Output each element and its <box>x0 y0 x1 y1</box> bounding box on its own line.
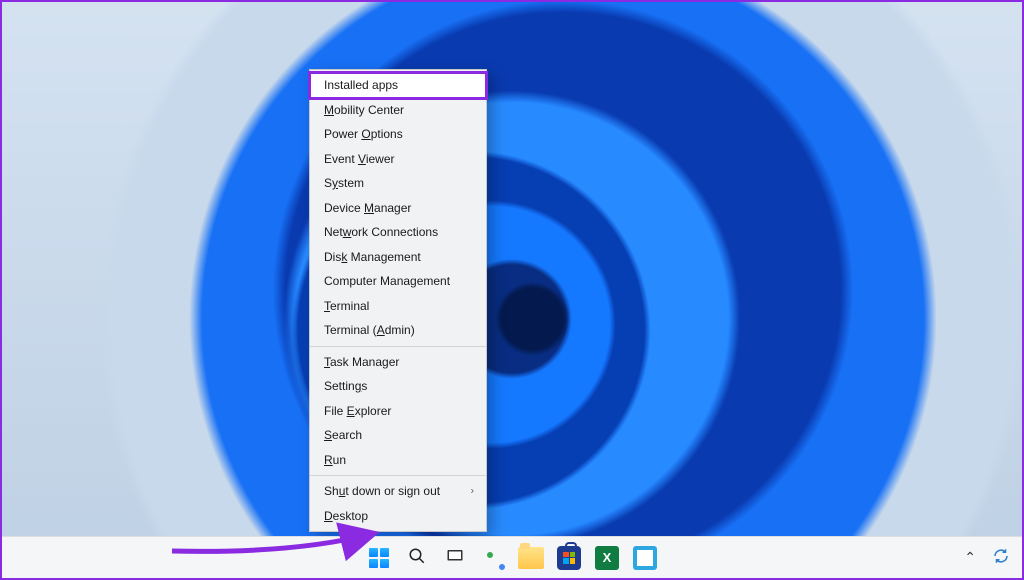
store-icon <box>557 546 581 570</box>
menu-item-label: Desktop <box>324 509 368 523</box>
tray-chevron-icon[interactable]: ⌃ <box>964 549 976 566</box>
excel-app[interactable]: X <box>591 542 623 574</box>
menu-item-desktop[interactable]: Desktop <box>310 504 486 529</box>
menu-item-installed-apps[interactable]: Installed apps <box>310 73 486 98</box>
windows-logo-icon <box>369 548 389 568</box>
menu-item-task-manager[interactable]: Task Manager <box>310 350 486 375</box>
menu-item-network-connections[interactable]: Network Connections <box>310 220 486 245</box>
menu-item-label: Settings <box>324 379 367 393</box>
menu-item-search[interactable]: Search <box>310 423 486 448</box>
folder-icon <box>518 547 544 569</box>
menu-item-device-manager[interactable]: Device Manager <box>310 196 486 221</box>
menu-item-label: Run <box>324 453 346 467</box>
menu-item-settings[interactable]: Settings <box>310 374 486 399</box>
menu-item-label: Installed apps <box>324 78 398 92</box>
menu-item-label: Search <box>324 428 362 442</box>
menu-item-label: Disk Management <box>324 250 421 264</box>
taskbar: X ⌃ <box>2 536 1022 578</box>
desktop-wallpaper <box>2 2 1022 578</box>
menu-item-label: File Explorer <box>324 404 391 418</box>
menu-item-power-options[interactable]: Power Options <box>310 122 486 147</box>
search-icon <box>408 547 426 568</box>
menu-item-terminal-admin[interactable]: Terminal (Admin) <box>310 318 486 343</box>
menu-item-terminal[interactable]: Terminal <box>310 294 486 319</box>
menu-item-event-viewer[interactable]: Event Viewer <box>310 147 486 172</box>
menu-item-label: Terminal <box>324 299 369 313</box>
menu-item-label: Event Viewer <box>324 152 395 166</box>
start-context-menu: Installed apps Mobility Center Power Optio… <box>309 69 487 532</box>
menu-item-disk-management[interactable]: Disk Management <box>310 245 486 270</box>
menu-item-label: Task Manager <box>324 355 399 369</box>
task-view-icon <box>446 547 464 568</box>
menu-item-label: Terminal (Admin) <box>324 323 415 337</box>
menu-item-shutdown[interactable]: Shut down or sign out › <box>310 479 486 504</box>
menu-item-label: Device Manager <box>324 201 411 215</box>
menu-item-label: Computer Management <box>324 274 450 288</box>
menu-separator <box>310 475 486 476</box>
taskbar-right: ⌃ <box>964 547 1010 568</box>
file-explorer-app[interactable] <box>515 542 547 574</box>
menu-item-mobility-center[interactable]: Mobility Center <box>310 98 486 123</box>
menu-item-system[interactable]: System <box>310 171 486 196</box>
menu-item-file-explorer[interactable]: File Explorer <box>310 399 486 424</box>
task-view-button[interactable] <box>439 542 471 574</box>
menu-item-label: System <box>324 176 364 190</box>
excel-icon: X <box>595 546 619 570</box>
taskbar-center: X <box>363 542 661 574</box>
menu-separator <box>310 346 486 347</box>
wordpad-icon <box>633 546 657 570</box>
menu-item-computer-management[interactable]: Computer Management <box>310 269 486 294</box>
menu-item-label: Network Connections <box>324 225 438 239</box>
start-button[interactable] <box>363 542 395 574</box>
chrome-app[interactable] <box>477 542 509 574</box>
search-button[interactable] <box>401 542 433 574</box>
menu-item-label: Shut down or sign out <box>324 484 440 498</box>
onedrive-sync-icon[interactable] <box>992 547 1010 568</box>
menu-item-label: Mobility Center <box>324 103 404 117</box>
microsoft-store-app[interactable] <box>553 542 585 574</box>
menu-item-run[interactable]: Run <box>310 448 486 473</box>
menu-item-label: Power Options <box>324 127 403 141</box>
wordpad-app[interactable] <box>629 542 661 574</box>
chevron-right-icon: › <box>471 486 474 497</box>
